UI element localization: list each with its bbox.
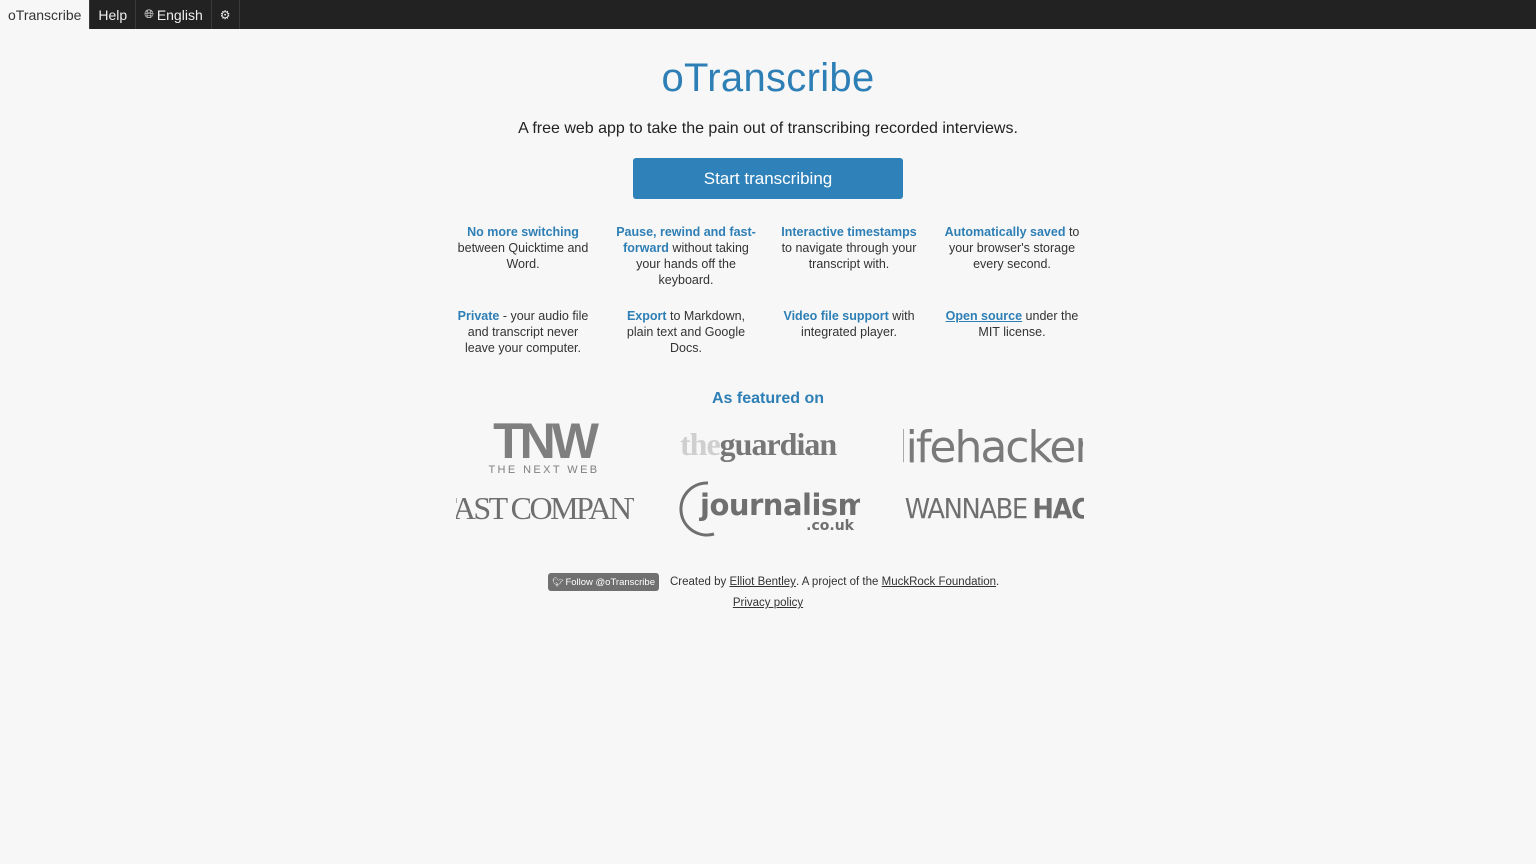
feature-item: Automatically saved to your browser's st… [942, 224, 1082, 272]
feature-highlight: Export [626, 309, 667, 323]
feature-item: Pause, rewind and fast-forward without t… [616, 224, 756, 288]
fastcompany-logo: FAST COMPANY [456, 490, 634, 526]
feature-highlight: Interactive timestamps [781, 225, 917, 239]
feature-text: to navigate through your transcript with… [781, 241, 917, 271]
page-title: oTranscribe [661, 56, 875, 100]
tnw-logo: TNW THE NEXT WEB [488, 414, 603, 476]
feature-item: Interactive timestamps to navigate throu… [779, 224, 919, 272]
lifehacker-word: lifehacker [903, 422, 1083, 473]
tnw-mark: TNW [493, 414, 600, 469]
feature-highlight: Automatically saved [944, 225, 1066, 239]
nav-help-label: Help [98, 6, 128, 23]
fastcompany-word: FAST COMPANY [456, 490, 634, 526]
feature-item: Video file support with integrated playe… [779, 308, 919, 340]
hacks-word: HACKS [1032, 493, 1084, 525]
svg-text:WANNABEHACKS: WANNABEHACKS [905, 493, 1084, 525]
tnw-subtitle: THE NEXT WEB [488, 464, 599, 476]
guardian-prefix: the [680, 426, 720, 462]
guardian-logo: theguardian [680, 426, 838, 462]
nav-language-label: English [156, 6, 203, 23]
feature-highlight: Private [457, 309, 500, 323]
feature-item: No more switching between Quicktime and … [453, 224, 593, 272]
journalism-logo: journalism .co.uk [679, 481, 860, 537]
footer-credits: 🐦︎ Follow @oTranscribe Created by Elliot… [548, 572, 999, 592]
privacy-policy-link[interactable]: Privacy policy [733, 597, 803, 609]
nav-tab-brand[interactable]: oTranscribe [0, 0, 91, 29]
feature-item: Export to Markdown, plain text and Googl… [616, 308, 756, 356]
wannabe-hacks-logo: WANNABEHACKS [905, 493, 1084, 525]
created-by-text: Created by [669, 576, 727, 588]
globe-icon: 🌐︎ [144, 7, 154, 21]
feature-highlight: Video file support [783, 309, 889, 323]
footer-period: . [996, 576, 1000, 588]
journalism-suffix: .co.uk [806, 518, 855, 534]
start-transcribing-button[interactable]: Start transcribing [633, 158, 903, 199]
twitter-follow-button[interactable]: 🐦︎ Follow @oTranscribe [548, 573, 659, 591]
guardian-word: guardian [720, 426, 838, 462]
privacy-row: Privacy policy [0, 597, 1536, 609]
nav-tab-help[interactable]: Help [90, 0, 137, 29]
gear-icon: ⚙ [219, 7, 231, 22]
twitter-bird-icon: 🐦︎ [552, 576, 564, 587]
top-nav-bar: oTranscribe Help 🌐︎ English ⚙ [0, 0, 1536, 29]
featured-heading: As featured on [711, 390, 824, 407]
open-source-link[interactable]: Open source [946, 309, 1022, 323]
svg-text:theguardian: theguardian [680, 426, 837, 462]
project-of-text: . A project of the [795, 576, 879, 588]
nav-tab-language[interactable]: 🌐︎ English [136, 0, 212, 29]
feature-highlight: No more switching [467, 225, 579, 239]
feature-item: Private - your audio file and transcript… [453, 308, 593, 356]
muckrock-link[interactable]: MuckRock Foundation [882, 576, 996, 588]
page-tagline: A free web app to take the pain out of t… [518, 120, 1018, 137]
journalism-word: journalism [699, 488, 860, 522]
nav-brand-label: oTranscribe [8, 6, 82, 23]
feature-text: between Quicktime and Word. [457, 241, 589, 271]
lifehacker-logo: lifehacker [903, 422, 1083, 473]
author-link[interactable]: Elliot Bentley [729, 576, 795, 588]
nav-tab-settings[interactable]: ⚙ [212, 0, 240, 29]
feature-item: Open source under the MIT license. [942, 308, 1082, 340]
wannabe-word: WANNABE [905, 493, 1028, 525]
follow-label: Follow @oTranscribe [565, 576, 655, 588]
